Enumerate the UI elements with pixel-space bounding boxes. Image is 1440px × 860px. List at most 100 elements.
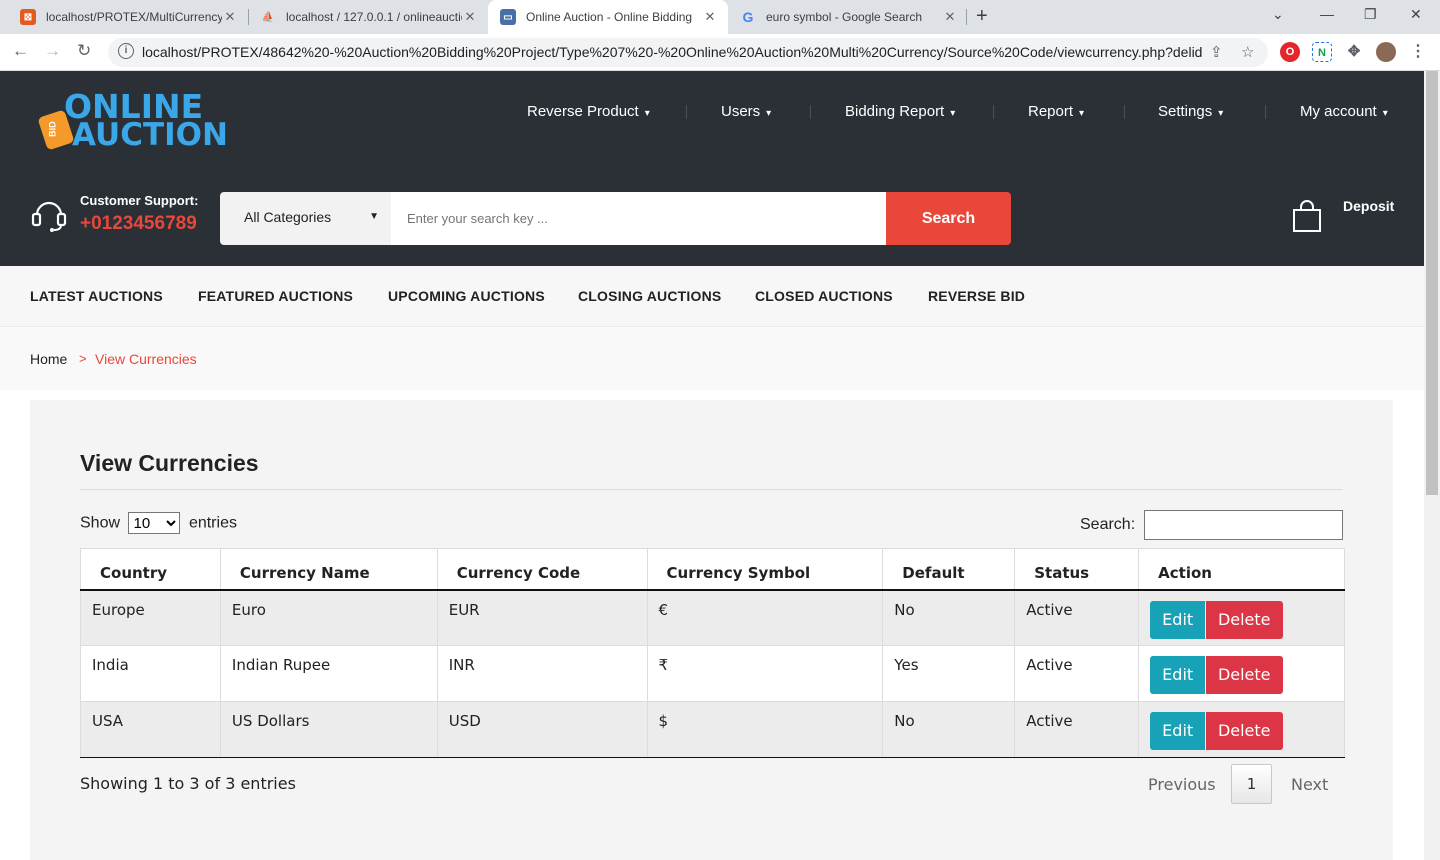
- edit-button[interactable]: Edit: [1150, 656, 1206, 694]
- cell-default: No: [882, 701, 1016, 758]
- opera-extension-icon[interactable]: O: [1280, 42, 1300, 62]
- delete-button[interactable]: Delete: [1205, 600, 1283, 639]
- address-bar[interactable]: i localhost/PROTEX/48642%20-%20Auction%2…: [108, 38, 1268, 67]
- delete-button[interactable]: Delete: [1205, 712, 1283, 750]
- reload-icon[interactable]: ↻: [77, 41, 91, 61]
- cell-country: USA: [80, 701, 221, 758]
- tab-search-chevron-icon[interactable]: ⌄: [1272, 6, 1284, 23]
- back-arrow-icon[interactable]: ←: [12, 41, 29, 61]
- nav-item-users[interactable]: Users ▾: [721, 103, 771, 120]
- category-selected-value: All Categories: [244, 209, 332, 225]
- pagination-next[interactable]: Next: [1291, 775, 1328, 794]
- delete-button[interactable]: Delete: [1205, 656, 1283, 694]
- column-header-currency-symbol[interactable]: Currency Symbol: [647, 548, 884, 591]
- scrollbar-thumb[interactable]: [1426, 71, 1438, 495]
- close-tab-icon[interactable]: ✕: [942, 9, 958, 25]
- deposit-link[interactable]: Deposit: [1343, 198, 1394, 214]
- column-header-currency-name[interactable]: Currency Name: [220, 548, 438, 591]
- breadcrumb-home[interactable]: Home: [30, 351, 67, 367]
- currencies-table: Country Currency Name Currency Code Curr…: [80, 548, 1345, 758]
- cell-status: Active: [1014, 645, 1140, 702]
- cell-default: Yes: [882, 645, 1016, 702]
- nav-label: Reverse Product: [527, 103, 639, 120]
- column-header-status[interactable]: Status: [1014, 548, 1140, 591]
- category-closing-auctions[interactable]: CLOSING AUCTIONS: [578, 288, 721, 304]
- chevron-down-icon: ▾: [766, 108, 772, 119]
- divider: [80, 489, 1343, 490]
- cell-currency-name: Euro: [220, 589, 438, 646]
- entries-label: entries: [188, 514, 237, 532]
- shopping-bag-icon[interactable]: [1292, 199, 1322, 233]
- entries-length: Show 10 entries: [80, 512, 237, 534]
- browser-menu-icon[interactable]: ⋮: [1408, 42, 1428, 62]
- nav-item-reverse-product[interactable]: Reverse Product ▾: [527, 103, 650, 120]
- chevron-down-icon: ▼: [369, 211, 379, 222]
- entries-select[interactable]: 10: [128, 512, 181, 534]
- close-tab-icon[interactable]: ✕: [702, 9, 718, 25]
- close-tab-icon[interactable]: ✕: [222, 9, 238, 25]
- restore-icon[interactable]: ❐: [1364, 6, 1377, 23]
- xampp-favicon-icon: ⊠: [20, 9, 36, 25]
- profile-avatar[interactable]: [1376, 42, 1396, 62]
- column-header-country[interactable]: Country: [80, 548, 221, 591]
- nav-item-my-account[interactable]: My account ▾: [1300, 103, 1388, 120]
- minimize-icon[interactable]: —: [1320, 6, 1334, 22]
- chevron-down-icon: ▾: [1079, 108, 1085, 119]
- tab-title: Online Auction - Online Bidding: [526, 10, 693, 24]
- table-search-input[interactable]: [1144, 510, 1343, 540]
- new-tab-plus-icon[interactable]: +: [976, 5, 988, 28]
- show-label: Show: [80, 514, 121, 532]
- cell-currency-name: US Dollars: [220, 701, 438, 758]
- table-row: Europe Euro EUR € No Active Edit Delete: [80, 589, 1345, 646]
- url-text: localhost/PROTEX/48642%20-%20Auction%20B…: [142, 44, 1202, 60]
- table-header-row: Country Currency Name Currency Code Curr…: [80, 548, 1345, 591]
- nav-label: Settings: [1158, 103, 1213, 120]
- edit-button[interactable]: Edit: [1150, 712, 1206, 750]
- cell-country: Europe: [80, 589, 221, 646]
- support-phone[interactable]: +0123456789: [80, 213, 197, 235]
- category-upcoming-auctions[interactable]: UPCOMING AUCTIONS: [388, 288, 545, 304]
- nav-item-settings[interactable]: Settings ▾: [1158, 103, 1223, 120]
- breadcrumb-separator: >: [79, 351, 87, 366]
- forward-arrow-icon[interactable]: →: [44, 41, 61, 61]
- nav-label: Bidding Report: [845, 103, 945, 120]
- bookmark-star-icon[interactable]: ☆: [1241, 43, 1254, 61]
- edit-button[interactable]: Edit: [1150, 600, 1206, 639]
- cell-action: Edit Delete: [1138, 701, 1345, 758]
- category-featured-auctions[interactable]: FEATURED AUCTIONS: [198, 288, 353, 304]
- category-closed-auctions[interactable]: CLOSED AUCTIONS: [755, 288, 893, 304]
- n-extension-icon[interactable]: N: [1312, 42, 1332, 62]
- share-icon[interactable]: ⇪: [1210, 43, 1223, 61]
- browser-tab[interactable]: ⛵ localhost / 127.0.0.1 / onlineauctio ✕: [248, 0, 488, 34]
- browser-tab[interactable]: ⊠ localhost/PROTEX/MultiCurrency ✕: [8, 0, 248, 34]
- pagination-page-1[interactable]: 1: [1231, 764, 1272, 804]
- cell-action: Edit Delete: [1138, 589, 1345, 646]
- search-input[interactable]: [391, 192, 886, 245]
- column-header-currency-code[interactable]: Currency Code: [437, 548, 648, 591]
- pagination-previous[interactable]: Previous: [1148, 775, 1216, 794]
- nav-item-report[interactable]: Report ▾: [1028, 103, 1084, 120]
- nav-item-bidding-report[interactable]: Bidding Report ▾: [845, 103, 955, 120]
- tab-title: localhost/PROTEX/MultiCurrency: [46, 10, 222, 24]
- nav-label: My account: [1300, 103, 1377, 120]
- close-tab-icon[interactable]: ✕: [462, 9, 478, 25]
- category-latest-auctions[interactable]: LATEST AUCTIONS: [30, 288, 163, 304]
- logo-line-2: AUCTION: [72, 117, 228, 153]
- column-header-action[interactable]: Action: [1138, 548, 1345, 591]
- browser-tab-active[interactable]: ▭ Online Auction - Online Bidding ✕: [488, 0, 728, 34]
- site-info-icon[interactable]: i: [118, 43, 134, 59]
- browser-tab[interactable]: G euro symbol - Google Search ✕: [728, 0, 968, 34]
- extensions-puzzle-icon[interactable]: ✥: [1344, 42, 1364, 62]
- column-header-default[interactable]: Default: [882, 548, 1016, 591]
- breadcrumb-current: View Currencies: [95, 351, 197, 367]
- category-reverse-bid[interactable]: REVERSE BID: [928, 288, 1025, 304]
- table-search-label: Search:: [1080, 516, 1136, 533]
- cell-default: No: [882, 589, 1016, 646]
- page-scrollbar[interactable]: [1424, 71, 1440, 860]
- category-select[interactable]: All Categories ▼: [220, 192, 391, 245]
- search-button[interactable]: Search: [886, 192, 1011, 245]
- table-row: India Indian Rupee INR ₹ Yes Active Edit…: [80, 645, 1345, 702]
- cell-currency-symbol: €: [647, 589, 884, 646]
- close-window-icon[interactable]: ✕: [1410, 6, 1422, 23]
- currencies-panel: View Currencies Show 10 entries Search: …: [30, 400, 1393, 860]
